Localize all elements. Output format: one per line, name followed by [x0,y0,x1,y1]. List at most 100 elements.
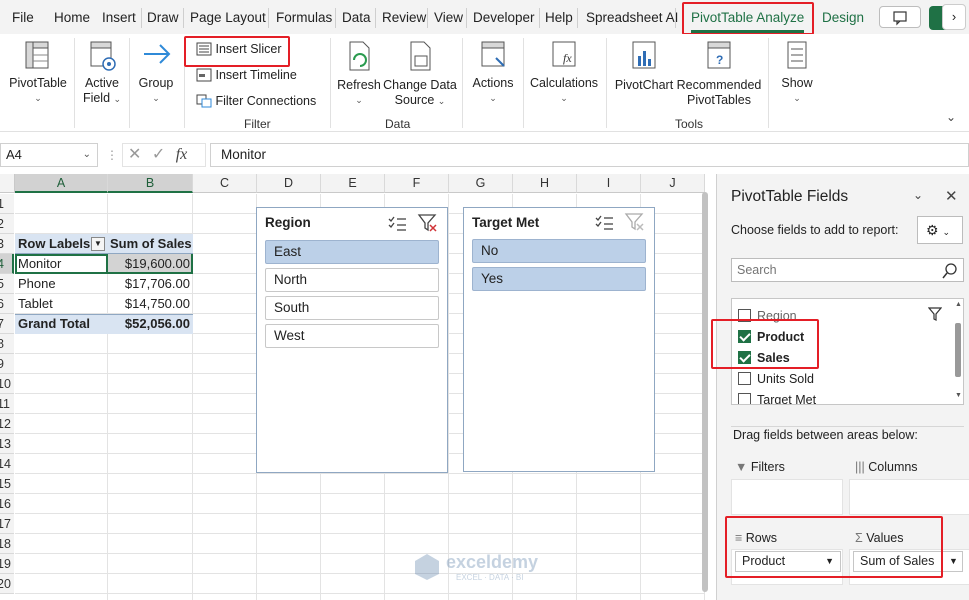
scroll-up-icon[interactable]: ▲ [955,301,962,308]
row-header-13[interactable]: 13 [0,434,14,454]
pivot-row-label[interactable]: Monitor [18,254,61,274]
active-field-button[interactable]: Active Field ⌄ [80,40,124,107]
row-header-20[interactable]: 20 [0,574,14,594]
tab-review[interactable]: Review [382,0,426,34]
actions-button[interactable]: Actions ⌄ [468,40,518,106]
tab-data[interactable]: Data [342,0,371,34]
tab-insert[interactable]: Insert [102,0,136,34]
checkbox-target-met[interactable] [738,393,751,404]
pivottable-button[interactable]: PivotTable ⌄ [6,40,70,106]
row-header-17[interactable]: 17 [0,514,14,534]
cancel-icon[interactable]: ✕ [128,146,141,163]
row-header-18[interactable]: 18 [0,534,14,554]
slicer-item-no[interactable]: No [472,239,646,263]
tab-help[interactable]: Help [545,0,573,34]
slicer-item-west[interactable]: West [265,324,439,348]
pivot-total-label[interactable]: Grand Total [18,314,90,334]
column-header-d[interactable]: D [257,174,321,193]
recommended-pivottables-button[interactable]: ? Recommended PivotTables [676,40,762,108]
field-target-met[interactable]: Target Met [738,393,816,404]
slicer-item-south[interactable]: South [265,296,439,320]
column-header-c[interactable]: C [193,174,257,193]
tab-file[interactable]: File [12,0,34,34]
show-button[interactable]: Show ⌄ [774,40,820,106]
insert-function-icon[interactable]: fx [176,146,188,163]
slicer-item-north[interactable]: North [265,268,439,292]
columns-drop-area[interactable] [849,479,969,515]
row-header-12[interactable]: 12 [0,414,14,434]
filters-drop-area[interactable] [731,479,843,515]
pivot-row-value[interactable]: $17,706.00 [125,274,190,294]
close-pane-icon[interactable]: ✕ [945,187,958,205]
tab-view[interactable]: View [434,0,463,34]
pane-options-chevron-icon[interactable]: ⌄ [913,188,923,202]
pivot-row-value[interactable]: $14,750.00 [125,294,190,314]
tab-formulas[interactable]: Formulas [276,0,332,34]
column-header-a[interactable]: A [15,174,108,193]
pivot-row-value[interactable]: $19,600.00 [125,254,190,274]
tab-design[interactable]: Design [822,0,864,34]
scrollbar-thumb[interactable] [702,192,708,592]
clear-filter-icon[interactable] [417,213,439,233]
row-header-4[interactable]: 4 [0,254,14,274]
select-all-corner[interactable] [0,174,15,193]
name-box[interactable]: A4 ⌄ [0,143,98,167]
refresh-button[interactable]: Refresh ⌄ [336,40,382,108]
row-header-9[interactable]: 9 [0,354,14,374]
comments-button[interactable] [879,6,921,28]
region-slicer[interactable]: Region East North South West [256,207,448,473]
filter-connections-button[interactable]: Filter Connections [196,94,316,108]
tab-page-layout[interactable]: Page Layout [190,0,266,34]
tab-developer[interactable]: Developer [473,0,535,34]
column-header-i[interactable]: I [577,174,641,193]
change-data-source-button[interactable]: Change Data Source ⌄ [382,40,458,109]
slicer-item-east[interactable]: East [265,240,439,264]
field-units-sold[interactable]: Units Sold [738,372,814,386]
row-header-7[interactable]: 7 [0,314,14,334]
row-header-8[interactable]: 8 [0,334,14,354]
multi-select-icon[interactable] [594,213,616,231]
scrollbar-thumb[interactable] [955,323,961,377]
insert-timeline-button[interactable]: Insert Timeline [196,68,297,82]
column-header-j[interactable]: J [641,174,705,193]
checkbox-units-sold[interactable] [738,372,751,385]
row-header-16[interactable]: 16 [0,494,14,514]
tools-gear-button[interactable]: ⚙ ⌄ [917,216,963,244]
enter-icon[interactable]: ✓ [152,146,165,163]
row-header-1[interactable]: 1 [0,194,14,214]
collapse-ribbon-icon[interactable]: ⌄ [946,110,956,124]
column-header-h[interactable]: H [513,174,577,193]
row-header-2[interactable]: 2 [0,214,14,234]
slicer-item-yes[interactable]: Yes [472,267,646,291]
row-header-6[interactable]: 6 [0,294,14,314]
scroll-down-icon[interactable]: ▼ [955,392,962,399]
pivotchart-button[interactable]: PivotChart [612,40,676,93]
multi-select-icon[interactable] [387,214,409,232]
row-header-5[interactable]: 5 [0,274,14,294]
clear-filter-icon[interactable] [624,212,646,232]
target-met-slicer[interactable]: Target Met No Yes [463,207,655,472]
tab-draw[interactable]: Draw [147,0,179,34]
column-header-b[interactable]: B [108,174,193,193]
tab-home[interactable]: Home [54,0,90,34]
filter-dropdown-icon[interactable]: ▼ [91,237,105,251]
tab-spreadsheet-ai[interactable]: Spreadsheet AI [586,0,678,34]
search-input[interactable] [732,259,927,281]
column-header-f[interactable]: F [385,174,449,193]
pivot-row-labels-header[interactable]: Row Labels [18,234,90,254]
row-header-14[interactable]: 14 [0,454,14,474]
row-header-15[interactable]: 15 [0,474,14,494]
group-button[interactable]: Group ⌄ [134,40,178,106]
field-search-box[interactable] [731,258,964,282]
vertical-scrollbar[interactable] [700,180,710,600]
ribbon-scroll-right-icon[interactable]: › [942,4,966,30]
column-header-e[interactable]: E [321,174,385,193]
pivot-sum-header[interactable]: Sum of Sales [110,234,192,254]
row-header-19[interactable]: 19 [0,554,14,574]
row-header-3[interactable]: 3 [0,234,14,254]
pivot-row-label[interactable]: Phone [18,274,56,294]
pivot-total-value[interactable]: $52,056.00 [125,314,190,334]
formula-input[interactable]: Monitor [210,143,969,167]
column-header-g[interactable]: G [449,174,513,193]
field-list-scrollbar[interactable]: ▲ ▼ [952,299,963,404]
